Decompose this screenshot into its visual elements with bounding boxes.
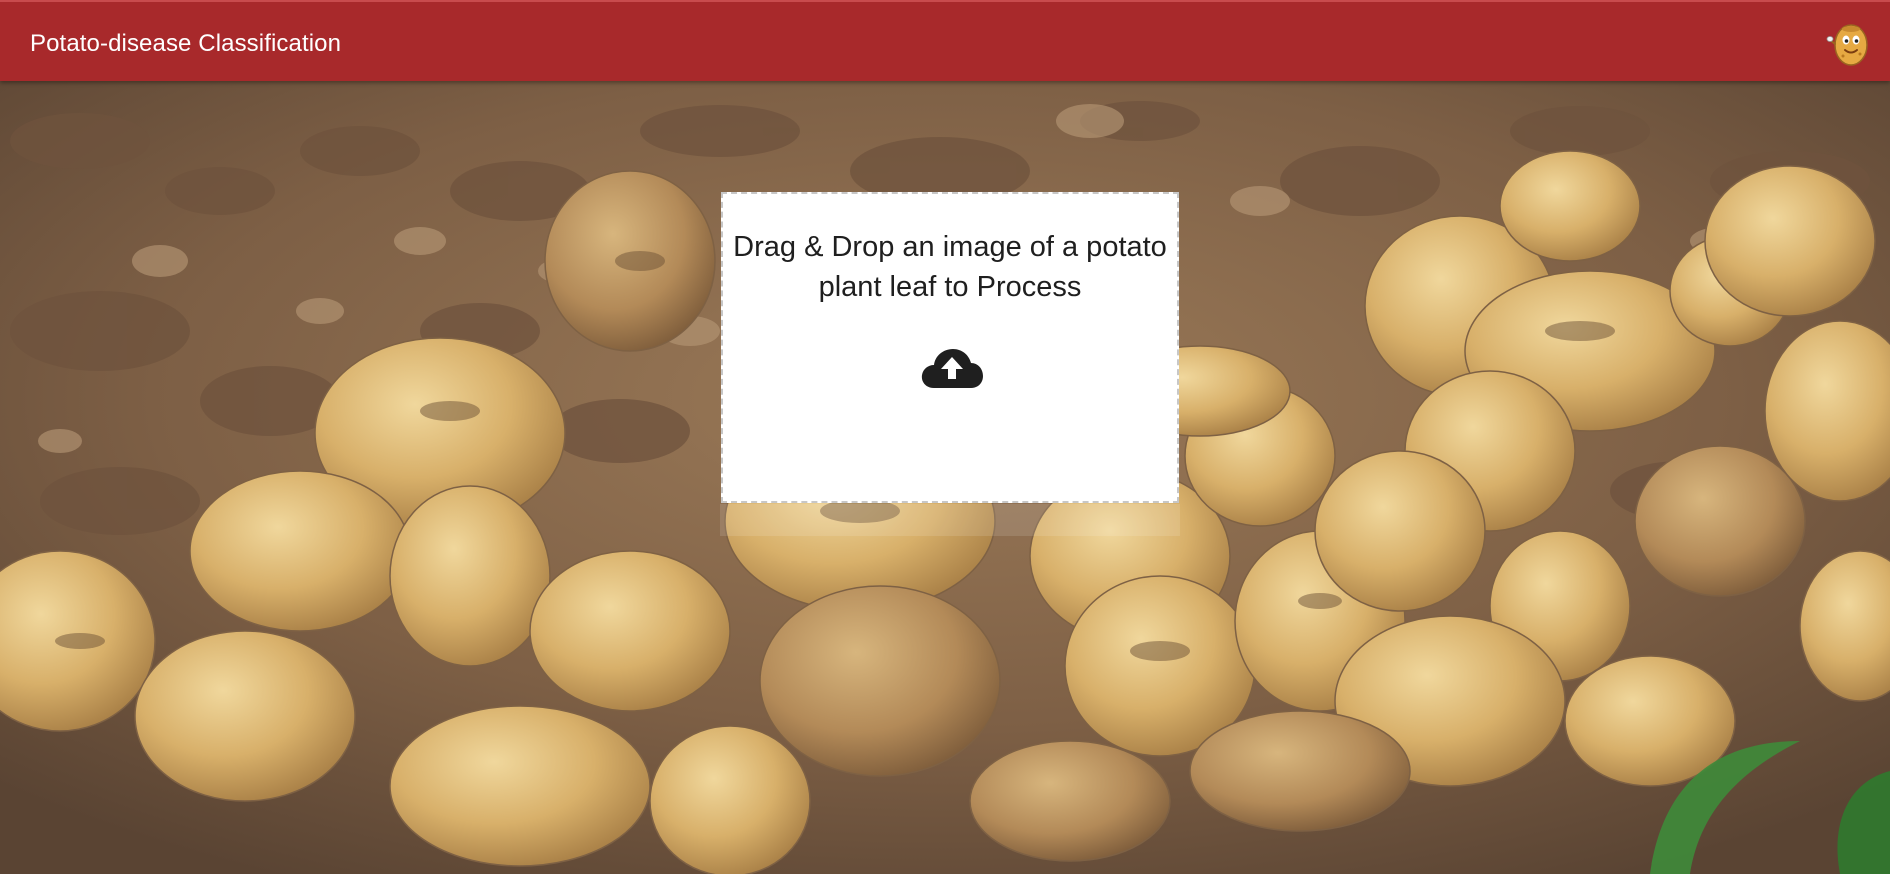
dropzone-instruction: Drag & Drop an image of a potato plant l…	[733, 231, 1167, 303]
dropzone-shadow	[720, 504, 1180, 536]
app-title: Potato-disease Classification	[30, 30, 342, 57]
cloud-upload-icon[interactable]	[920, 344, 984, 392]
page: Potato-disease Classification Drag & Dro…	[0, 0, 1890, 874]
app-bar: Potato-disease Classification	[0, 0, 1890, 81]
image-dropzone[interactable]: Drag & Drop an image of a potato plant l…	[721, 192, 1179, 503]
potato-mascot-icon[interactable]	[1826, 18, 1872, 68]
